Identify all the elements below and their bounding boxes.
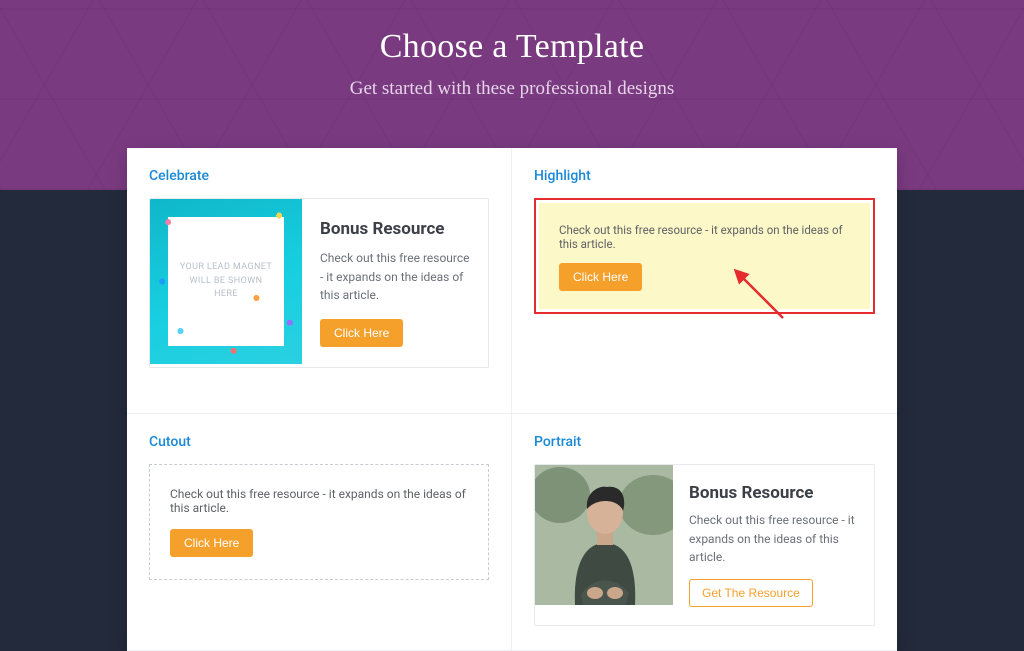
celebrate-body: Bonus Resource Check out this free resou…: [302, 199, 488, 367]
placeholder-text: YOUR LEAD MAGNET WILL BE SHOWN HERE: [178, 261, 274, 302]
template-label: Highlight: [534, 168, 875, 184]
celebrate-heading: Bonus Resource: [320, 219, 470, 239]
portrait-preview: Bonus Resource Check out this free resou…: [534, 464, 875, 626]
annotation-highlight-box: Check out this free resource - it expand…: [534, 198, 875, 314]
template-label: Celebrate: [149, 168, 489, 184]
template-label: Cutout: [149, 434, 489, 450]
highlight-preview: Check out this free resource - it expand…: [539, 203, 870, 309]
portrait-heading: Bonus Resource: [689, 483, 858, 503]
portrait-cta-button[interactable]: Get The Resource: [689, 579, 813, 607]
template-grid: Celebrate YOUR LEAD MAGNET WILL BE SHOWN…: [127, 148, 897, 651]
cutout-description: Check out this free resource - it expand…: [170, 487, 468, 515]
portrait-body: Bonus Resource Check out this free resou…: [673, 465, 874, 625]
portrait-description: Check out this free resource - it expand…: [689, 511, 858, 567]
template-cell-portrait[interactable]: Portrait: [512, 414, 897, 651]
lead-magnet-placeholder: YOUR LEAD MAGNET WILL BE SHOWN HERE: [168, 217, 284, 346]
celebrate-thumbnail: YOUR LEAD MAGNET WILL BE SHOWN HERE: [150, 199, 302, 364]
template-cell-celebrate[interactable]: Celebrate YOUR LEAD MAGNET WILL BE SHOWN…: [127, 148, 512, 414]
template-cell-cutout[interactable]: Cutout Check out this free resource - it…: [127, 414, 512, 651]
page-subtitle: Get started with these professional desi…: [0, 78, 1024, 100]
celebrate-cta-button[interactable]: Click Here: [320, 319, 403, 347]
celebrate-description: Check out this free resource - it expand…: [320, 249, 470, 305]
page-title: Choose a Template: [0, 28, 1024, 66]
highlight-cta-button[interactable]: Click Here: [559, 263, 642, 291]
cutout-preview: Check out this free resource - it expand…: [149, 464, 489, 580]
portrait-thumbnail: [535, 465, 673, 605]
template-cell-highlight[interactable]: Highlight Check out this free resource -…: [512, 148, 897, 414]
cutout-cta-button[interactable]: Click Here: [170, 529, 253, 557]
template-label: Portrait: [534, 434, 875, 450]
celebrate-preview: YOUR LEAD MAGNET WILL BE SHOWN HERE Bonu…: [149, 198, 489, 368]
highlight-description: Check out this free resource - it expand…: [559, 223, 850, 251]
